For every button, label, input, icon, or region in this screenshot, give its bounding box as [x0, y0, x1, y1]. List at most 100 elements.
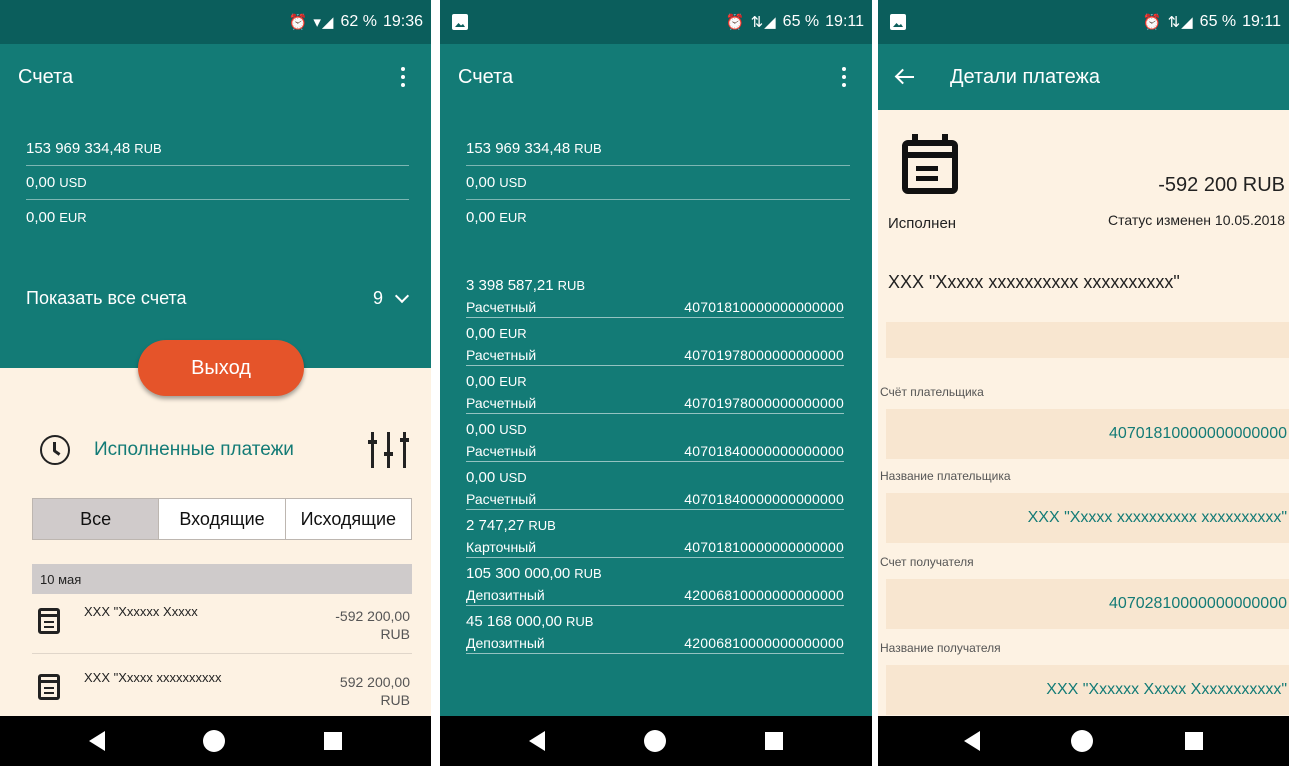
chevron-down-icon [394, 288, 410, 303]
account-balance: 2 747,27 RUB [466, 516, 556, 534]
screen-accounts: ⏰ ▾◢ 62 % 19:36 Счета 153 969 334,48 RUB … [0, 0, 431, 766]
status-icons: ⏰ ▾◢ [288, 14, 335, 31]
field-label: Счёт плательщика [878, 375, 1289, 409]
field-label: Название получателя [878, 631, 1289, 665]
app-bar: Счета [440, 44, 872, 110]
field-label: Название плательщика [878, 459, 1289, 493]
back-icon[interactable] [89, 731, 106, 751]
page-title: Счета [458, 65, 514, 88]
account-type: Расчетный [466, 490, 537, 507]
app-bar: Счета [0, 44, 431, 110]
calendar-icon [38, 674, 60, 700]
status-time: 19:11 [1242, 13, 1281, 30]
balance-row: 0,00 USD [466, 166, 850, 200]
page-title: Счета [18, 65, 74, 88]
exit-button[interactable]: Выход [138, 340, 304, 396]
account-type: Депозитный [466, 634, 545, 651]
account-balance: 0,00 USD [466, 468, 527, 486]
clock-icon [40, 435, 70, 465]
balance-row: 0,00 USD [26, 166, 409, 200]
recents-icon[interactable] [323, 732, 342, 750]
account-balance: 0,00 EUR [466, 372, 527, 390]
balance-row: 0,00 EUR [466, 208, 527, 226]
recents-icon[interactable] [1185, 732, 1204, 750]
tab-all[interactable]: Все [33, 499, 160, 539]
account-row[interactable]: Депозитный 42006810000000000000 [466, 632, 844, 654]
empty-field [886, 322, 1289, 358]
account-number: 40701810000000000000 [684, 298, 844, 315]
status-bar: ⏰ ⇅◢ 65 % 19:11 [878, 0, 1289, 44]
accounts-list: 153 969 334,48 RUB 0,00 USD 0,00 EUR 3 398 … [440, 110, 872, 716]
payment-filter-tabs: Все Входящие Исходящие [32, 498, 412, 540]
screen-payment-details: ⏰ ⇅◢ 65 % 19:11 Детали платежа -592 200 … [878, 0, 1289, 766]
balance-row: 0,00 EUR [26, 208, 87, 226]
filter-sliders-icon[interactable] [367, 430, 411, 470]
gallery-notification-icon [890, 14, 906, 30]
payment-amount: -592 200 RUB [1158, 174, 1285, 196]
account-type: Расчетный [466, 442, 537, 459]
account-balance: 3 398 587,21 RUB [466, 276, 586, 294]
account-number: 40701840000000000000 [684, 490, 844, 507]
account-balance: 105 300 000,00 RUB [466, 564, 602, 582]
status-changed-date: Статус изменен 10.05.2018 [1107, 212, 1285, 228]
home-icon[interactable] [203, 730, 226, 752]
screen-accounts-expanded: ⏰ ⇅◢ 65 % 19:11 Счета 153 969 334,48 RUB … [440, 0, 872, 766]
status-time: 19:11 [825, 13, 864, 30]
account-row[interactable]: Расчетный 40701840000000000000 [466, 440, 844, 462]
show-all-accounts[interactable]: Показать все счета 9 [26, 288, 410, 309]
more-menu-icon[interactable] [834, 65, 854, 89]
executed-payments-header: Исполненные платежи [40, 428, 411, 472]
battery-level: 62 % [340, 13, 377, 30]
recents-icon[interactable] [764, 732, 783, 750]
payment-status: Исполнен [888, 215, 957, 232]
account-type: Расчетный [466, 298, 537, 315]
balance-row: 153 969 334,48 RUB [26, 132, 409, 166]
field-label: Счет получателя [878, 545, 1289, 579]
status-icons: ⏰ ⇅◢ [1142, 14, 1194, 31]
status-icons: ⏰ ⇅◢ [725, 14, 777, 31]
account-number: 40701810000000000000 [684, 538, 844, 555]
battery-level: 65 % [1199, 13, 1237, 30]
accounts-count: 9 [372, 288, 383, 308]
account-type: Расчетный [466, 394, 537, 411]
account-number: 40701978000000000000 [684, 346, 844, 363]
balance-row: 153 969 334,48 RUB [466, 132, 850, 166]
recipient-name-value: XXX "Xxxxxx Xxxxx Xxxxxxxxxxx" [886, 665, 1289, 715]
account-number: 40701978000000000000 [684, 394, 844, 411]
more-menu-icon[interactable] [393, 65, 413, 89]
account-number: 42006810000000000000 [684, 634, 844, 651]
system-nav-bar [878, 716, 1289, 766]
system-nav-bar [440, 716, 872, 766]
account-number: 42006810000000000000 [684, 586, 844, 603]
account-entries: 3 398 587,21 RUB Расчетный 4070181000000000… [466, 274, 844, 654]
payer-account-value: 40701810000000000000 [886, 409, 1289, 459]
account-number: 40701840000000000000 [684, 442, 844, 459]
back-icon[interactable] [963, 731, 980, 751]
home-icon[interactable] [1071, 730, 1094, 752]
list-item[interactable]: XXX "Xxxxxx Xxxxx -592 200,00 RUB [32, 594, 412, 654]
home-icon[interactable] [643, 730, 666, 752]
payer-name-title: XXX "Xxxxx xxxxxxxxxx xxxxxxxxxx" [888, 272, 1180, 292]
list-item[interactable]: XXX "Xxxxx xxxxxxxxxx 592 200,00 RUB [32, 660, 412, 720]
tab-incoming[interactable]: Входящие [159, 499, 286, 539]
account-row[interactable]: Расчетный 40701978000000000000 [466, 392, 844, 414]
system-nav-bar [0, 716, 431, 766]
accounts-summary: 153 969 334,48 RUB 0,00 USD 0,00 EUR Показа… [0, 110, 431, 368]
page-title: Детали платежа [950, 65, 1100, 88]
gallery-notification-icon [452, 14, 468, 30]
account-row[interactable]: Расчетный 40701810000000000000 [466, 296, 844, 318]
account-row[interactable]: Карточный 40701810000000000000 [466, 536, 844, 558]
tab-outgoing[interactable]: Исходящие [285, 499, 411, 539]
account-balance: 0,00 USD [466, 420, 527, 438]
account-row[interactable]: Расчетный 40701978000000000000 [466, 344, 844, 366]
status-time: 19:36 [382, 13, 423, 30]
status-bar: ⏰ ⇅◢ 65 % 19:11 [440, 0, 872, 44]
account-type: Карточный [466, 538, 537, 555]
status-bar: ⏰ ▾◢ 62 % 19:36 [0, 0, 431, 44]
account-row[interactable]: Расчетный 40701840000000000000 [466, 488, 844, 510]
back-arrow-icon[interactable] [896, 68, 914, 86]
calendar-icon [38, 608, 60, 634]
account-row[interactable]: Депозитный 42006810000000000000 [466, 584, 844, 606]
back-icon[interactable] [529, 731, 546, 751]
payer-name-value: XXX "Xxxxx xxxxxxxxxx xxxxxxxxxx" [886, 493, 1289, 543]
